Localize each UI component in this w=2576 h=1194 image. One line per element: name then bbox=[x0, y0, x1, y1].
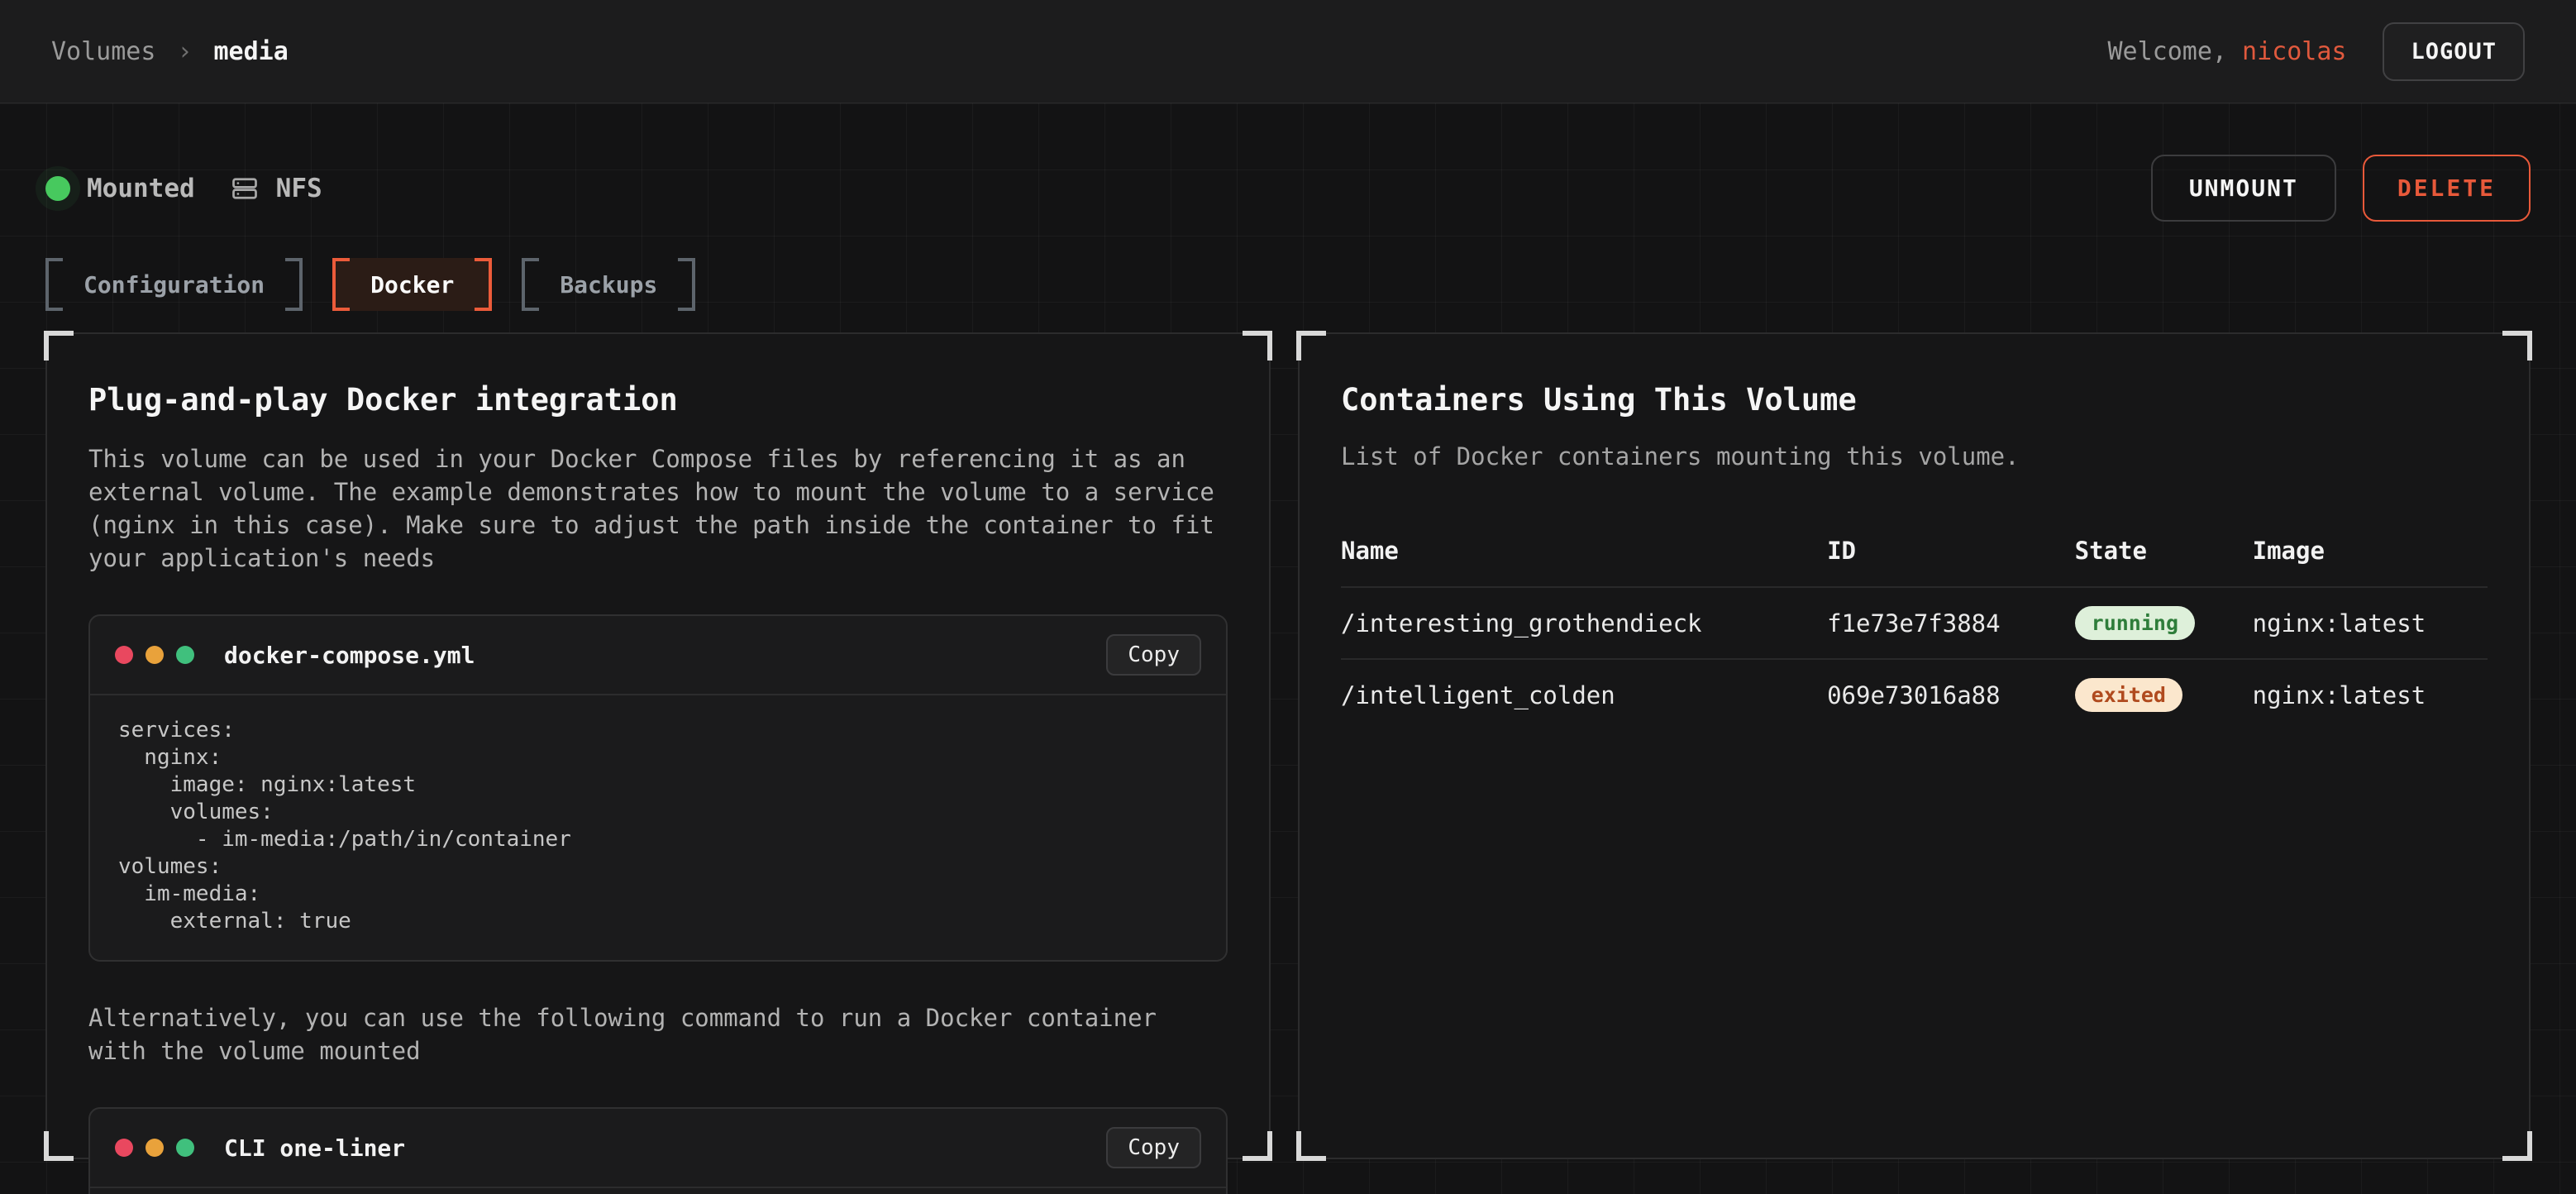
docker-panel-title: Plug-and-play Docker integration bbox=[88, 382, 1228, 418]
nfs-label: NFS bbox=[276, 174, 322, 203]
state-badge: running bbox=[2075, 606, 2195, 640]
top-bar-right: Welcome, nicolas LOGOUT bbox=[2107, 22, 2525, 81]
container-image: nginx:latest bbox=[2253, 609, 2488, 638]
panel-corner-bracket bbox=[1243, 1131, 1272, 1161]
panel-corner-bracket bbox=[1296, 1131, 1326, 1161]
tab-bar: Configuration Docker Backups bbox=[45, 258, 2531, 311]
containers-panel-subtitle: List of Docker containers mounting this … bbox=[1341, 442, 2488, 470]
container-state-cell: exited bbox=[2075, 678, 2253, 712]
server-stack-icon bbox=[230, 174, 260, 203]
traffic-green-dot-icon bbox=[176, 1139, 194, 1157]
panel-corner-bracket bbox=[44, 331, 74, 361]
docker-panel-description: This volume can be used in your Docker C… bbox=[88, 442, 1228, 575]
column-header-id: ID bbox=[1827, 537, 2075, 565]
main-content: Mounted NFS UNMOUNT DELETE Configuration… bbox=[0, 155, 2576, 1159]
compose-filename-label: docker-compose.yml bbox=[224, 642, 475, 669]
table-row: /interesting_grothendieck f1e73e7f3884 r… bbox=[1341, 586, 2488, 658]
mounted-status: Mounted bbox=[45, 174, 195, 203]
breadcrumb-volumes-link[interactable]: Volumes bbox=[51, 37, 155, 66]
tab-backups[interactable]: Backups bbox=[522, 258, 695, 311]
container-state-cell: running bbox=[2075, 606, 2253, 640]
panel-corner-bracket bbox=[44, 1131, 74, 1161]
panel-corner-bracket bbox=[2502, 1131, 2532, 1161]
welcome-text: Welcome, nicolas bbox=[2107, 37, 2346, 66]
volume-status-group: Mounted NFS bbox=[45, 174, 322, 203]
traffic-amber-dot-icon bbox=[145, 1139, 164, 1157]
traffic-red-dot-icon bbox=[115, 646, 133, 664]
mounted-status-label: Mounted bbox=[87, 174, 195, 203]
column-header-name: Name bbox=[1341, 537, 1827, 565]
welcome-prefix: Welcome, bbox=[2107, 37, 2242, 66]
table-row: /intelligent_colden 069e73016a88 exited … bbox=[1341, 658, 2488, 730]
docker-integration-panel: Plug-and-play Docker integration This vo… bbox=[45, 332, 1271, 1159]
traffic-green-dot-icon bbox=[176, 646, 194, 664]
column-header-state: State bbox=[2075, 537, 2253, 565]
volume-actions: UNMOUNT DELETE bbox=[2151, 155, 2531, 222]
breadcrumb: Volumes › media bbox=[51, 37, 289, 66]
cli-code-content: docker run -v im-media:/path/in/containe… bbox=[90, 1188, 1226, 1194]
panel-corner-bracket bbox=[1296, 331, 1326, 361]
traffic-lights-icon bbox=[115, 1139, 194, 1157]
top-bar: Volumes › media Welcome, nicolas LOGOUT bbox=[0, 0, 2576, 103]
panels-row: Plug-and-play Docker integration This vo… bbox=[45, 332, 2531, 1159]
green-status-dot-icon bbox=[45, 176, 70, 201]
unmount-button[interactable]: UNMOUNT bbox=[2151, 155, 2336, 222]
cli-filename-label: CLI one-liner bbox=[224, 1134, 405, 1162]
cli-copy-button[interactable]: Copy bbox=[1106, 1127, 1201, 1168]
compose-code-content: services: nginx: image: nginx:latest vol… bbox=[90, 695, 1226, 960]
traffic-lights-icon bbox=[115, 646, 194, 664]
containers-panel-title: Containers Using This Volume bbox=[1341, 382, 2488, 418]
container-name: /interesting_grothendieck bbox=[1341, 609, 1827, 638]
logout-button[interactable]: LOGOUT bbox=[2383, 22, 2525, 81]
traffic-red-dot-icon bbox=[115, 1139, 133, 1157]
chevron-right-icon: › bbox=[177, 37, 192, 66]
nfs-type-badge: NFS bbox=[230, 174, 322, 203]
tab-docker[interactable]: Docker bbox=[332, 258, 492, 311]
state-badge: exited bbox=[2075, 678, 2182, 712]
status-row: Mounted NFS UNMOUNT DELETE bbox=[45, 155, 2531, 222]
compose-copy-button[interactable]: Copy bbox=[1106, 634, 1201, 676]
containers-table-header: Name ID State Image bbox=[1341, 525, 2488, 586]
container-id: f1e73e7f3884 bbox=[1827, 609, 2075, 638]
delete-button[interactable]: DELETE bbox=[2363, 155, 2531, 222]
panel-corner-bracket bbox=[1243, 331, 1272, 361]
containers-panel: Containers Using This Volume List of Doc… bbox=[1298, 332, 2531, 1159]
cli-code-block: CLI one-liner Copy docker run -v im-medi… bbox=[88, 1107, 1228, 1194]
tab-configuration[interactable]: Configuration bbox=[45, 258, 303, 311]
traffic-amber-dot-icon bbox=[145, 646, 164, 664]
container-id: 069e73016a88 bbox=[1827, 681, 2075, 709]
panel-corner-bracket bbox=[2502, 331, 2532, 361]
compose-code-block: docker-compose.yml Copy services: nginx:… bbox=[88, 614, 1228, 962]
column-header-image: Image bbox=[2253, 537, 2488, 565]
containers-table: Name ID State Image /interesting_grothen… bbox=[1341, 525, 2488, 730]
cli-intro-text: Alternatively, you can use the following… bbox=[88, 1001, 1228, 1067]
compose-code-header: docker-compose.yml Copy bbox=[90, 616, 1226, 695]
username-text: nicolas bbox=[2242, 37, 2346, 66]
container-image: nginx:latest bbox=[2253, 681, 2488, 709]
container-name: /intelligent_colden bbox=[1341, 681, 1827, 709]
cli-code-header: CLI one-liner Copy bbox=[90, 1109, 1226, 1188]
breadcrumb-current-volume: media bbox=[214, 37, 289, 66]
